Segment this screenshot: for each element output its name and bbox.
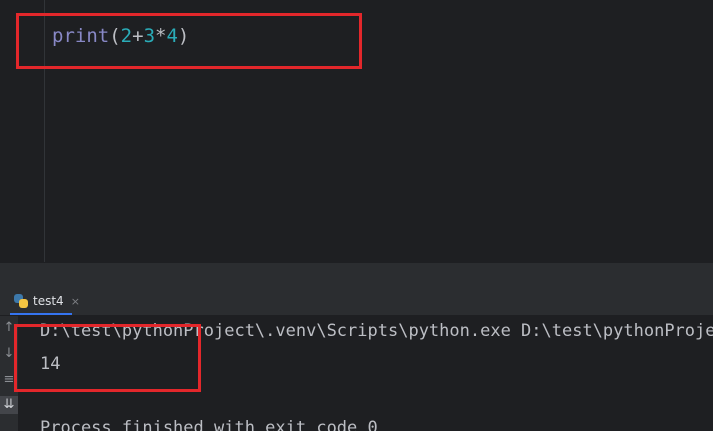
console-line-exit: Process finished with exit code 0 xyxy=(40,418,378,431)
scroll-to-end-icon[interactable]: ⇊ xyxy=(0,396,18,414)
python-icon xyxy=(14,294,28,308)
annotation-box-output xyxy=(14,324,201,392)
close-icon[interactable]: × xyxy=(71,295,80,308)
run-tab-test4[interactable]: test4 × xyxy=(14,290,80,312)
annotation-box-code xyxy=(16,13,362,69)
panel-splitter[interactable] xyxy=(0,262,713,285)
run-tab-label: test4 xyxy=(33,294,64,308)
active-tab-indicator xyxy=(10,313,72,315)
run-tool-header: test4 × xyxy=(0,284,713,316)
